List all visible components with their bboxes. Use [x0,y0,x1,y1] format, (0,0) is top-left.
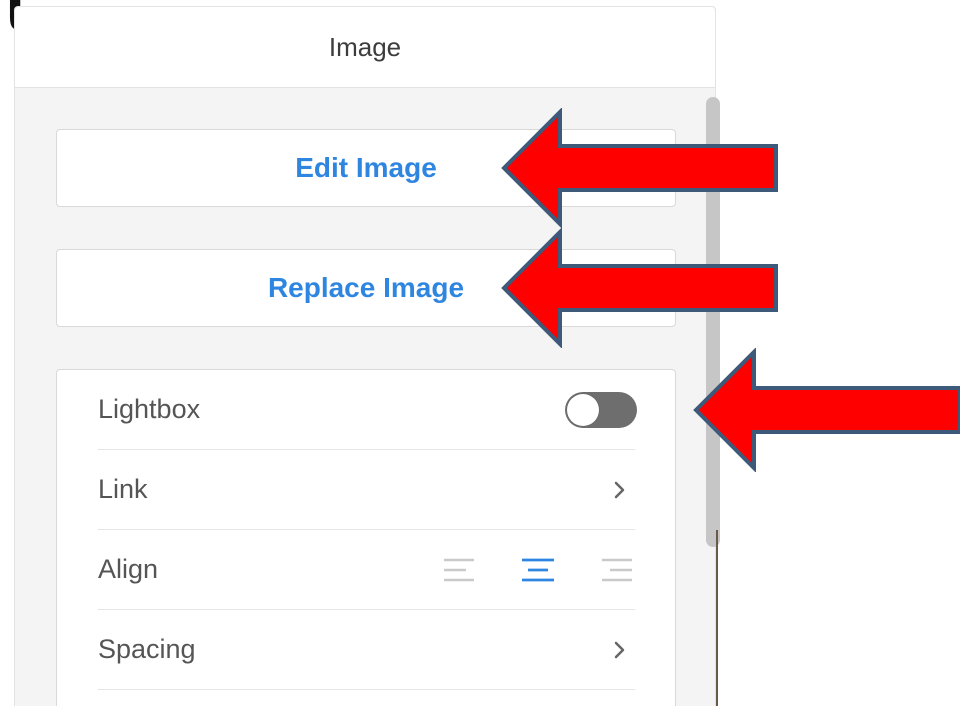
toggle-knob [567,393,599,426]
link-row[interactable]: Link [98,450,635,530]
spacing-row[interactable]: Spacing [98,610,635,690]
background-edge [716,530,718,706]
spacing-label: Spacing [98,634,196,664]
lightbox-label: Lightbox [98,394,201,424]
lightbox-row: Lightbox [98,370,637,450]
chevron-right-icon[interactable] [605,475,635,505]
lightbox-toggle[interactable] [565,391,637,428]
red-arrow-icon [501,108,778,228]
align-options [441,555,635,585]
align-center-icon[interactable] [519,555,557,585]
chevron-right-icon[interactable] [605,635,635,665]
link-label: Link [98,474,148,504]
align-row: Align [98,530,635,610]
screenshot-stage: t. Image Edit Image Replace Image Lightb… [0,0,960,706]
red-arrow-icon [501,228,778,348]
panel-title: Image [15,7,715,88]
align-right-icon[interactable] [597,555,635,585]
red-arrow-icon [693,348,960,472]
settings-card: Lightbox Link Align Spacing [56,369,676,706]
align-left-icon[interactable] [441,555,479,585]
align-label: Align [98,554,159,584]
